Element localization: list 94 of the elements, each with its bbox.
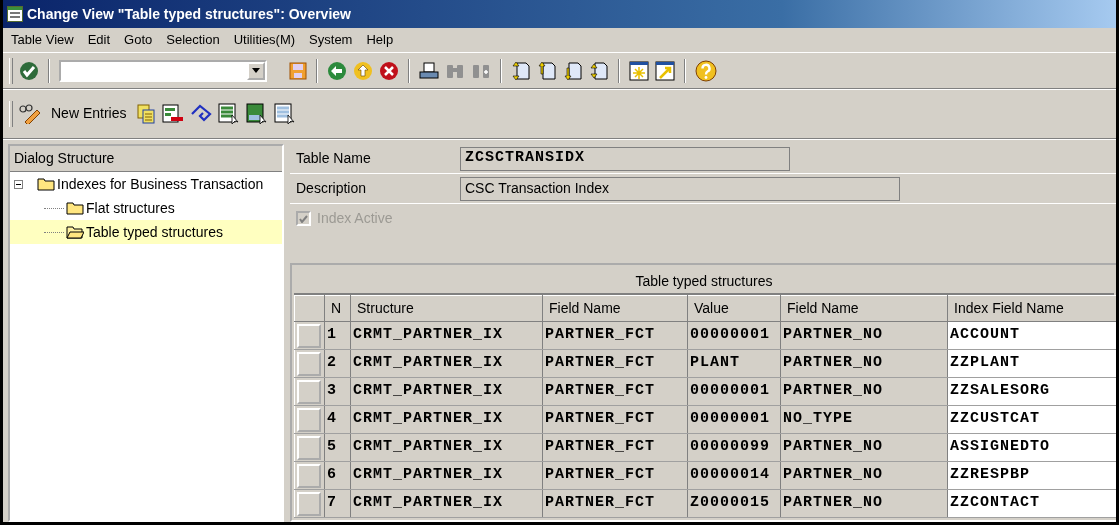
table-cell: 6 — [324, 461, 351, 490]
deselect-all-icon[interactable] — [274, 102, 297, 125]
table-cell: 7 — [324, 489, 351, 518]
table-cell: PARTNER_NO — [780, 461, 948, 490]
table-cell: PARTNER_NO — [780, 349, 948, 378]
column-header[interactable]: Field Name — [542, 295, 688, 322]
table-cell: 3 — [324, 377, 351, 406]
table-cell: CRMT_PARTNER_IX — [350, 489, 543, 518]
table-cell: 1 — [324, 321, 351, 350]
copy-icon[interactable] — [136, 103, 157, 124]
glasses-pencil-icon[interactable] — [19, 103, 41, 124]
checkbox-label: Index Active — [317, 209, 393, 228]
column-header[interactable]: Index Field Name — [947, 295, 1116, 322]
table-cell: CRMT_PARTNER_IX — [350, 349, 543, 378]
table-cell: CRMT_PARTNER_IX — [350, 461, 543, 490]
menu-item[interactable]: Utilities(M) — [233, 30, 296, 50]
table-cell: CRMT_PARTNER_IX — [350, 405, 543, 434]
table-cell: PARTNER_FCT — [542, 377, 688, 406]
window-title: Change View "Table typed structures": Overview — [27, 4, 351, 24]
next-page-icon[interactable] — [563, 60, 583, 81]
dropdown-button[interactable] — [247, 61, 265, 80]
input-field[interactable]: ASSIGNEDTO — [947, 433, 1116, 462]
new-window-icon[interactable] — [629, 60, 649, 81]
input-field[interactable]: ZZRESPBP — [947, 461, 1116, 490]
exit-icon[interactable] — [353, 60, 373, 81]
open-folder-icon — [66, 225, 84, 239]
command-field[interactable] — [59, 59, 267, 82]
menu-item[interactable]: Selection — [166, 30, 220, 50]
select-block-icon[interactable] — [246, 102, 269, 125]
menu-item[interactable]: Table View — [11, 30, 74, 50]
field-label: Description — [295, 179, 368, 198]
table-cell: 00000001 — [687, 321, 781, 350]
display-field: ZCSCTRANSIDX — [460, 146, 790, 171]
back-icon[interactable] — [327, 60, 347, 81]
input-field[interactable]: ZZSALESORG — [947, 377, 1116, 406]
table-cell: PARTNER_FCT — [542, 321, 688, 350]
field-label: Table Name — [295, 149, 372, 168]
table-cell: Z0000015 — [687, 489, 781, 518]
last-page-icon[interactable] — [589, 60, 609, 81]
tree-item[interactable]: Indexes for Business Transaction — [10, 172, 282, 196]
table-cell: 00000001 — [687, 405, 781, 434]
table-cell: 00000001 — [687, 377, 781, 406]
previous-page-icon[interactable] — [537, 60, 557, 81]
caret-icon — [252, 68, 260, 73]
tree-item[interactable]: Table typed structures — [10, 220, 282, 244]
input-field[interactable]: ZZCONTACT — [947, 489, 1116, 518]
input-field[interactable]: ACCOUNT — [947, 321, 1116, 350]
table-cell: PARTNER_FCT — [542, 433, 688, 462]
tree-item[interactable]: Flat structures — [10, 196, 282, 220]
check-icon[interactable] — [19, 60, 39, 81]
table-cell: PARTNER_NO — [780, 321, 948, 350]
column-header[interactable]: N — [324, 295, 351, 322]
select-all-icon[interactable] — [218, 102, 241, 125]
table-cell: PARTNER_NO — [780, 433, 948, 462]
column-header[interactable]: Field Name — [780, 295, 948, 322]
column-header[interactable]: Structure — [350, 295, 543, 322]
undo-icon[interactable] — [190, 103, 213, 124]
table-cell: PLANT — [687, 349, 781, 378]
input-field[interactable]: ZZCUSTCAT — [947, 405, 1116, 434]
window-icon — [7, 6, 23, 22]
table-cell: PARTNER_FCT — [542, 349, 688, 378]
menu-item[interactable]: Help — [366, 30, 394, 50]
table-cell: 00000014 — [687, 461, 781, 490]
table-cell: 4 — [324, 405, 351, 434]
table-cell: 2 — [324, 349, 351, 378]
folder-icon — [37, 177, 55, 191]
table-cell: CRMT_PARTNER_IX — [350, 321, 543, 350]
collapse-icon[interactable] — [14, 179, 23, 189]
table-cell: CRMT_PARTNER_IX — [350, 433, 543, 462]
menu-item[interactable]: Edit — [87, 30, 111, 50]
table-cell: NO_TYPE — [780, 405, 948, 434]
first-page-icon[interactable] — [511, 60, 531, 81]
table-cell: 5 — [324, 433, 351, 462]
table-cell: PARTNER_FCT — [542, 461, 688, 490]
panel-title: Dialog Structure — [10, 146, 282, 172]
table-cell: 00000099 — [687, 433, 781, 462]
folder-icon — [66, 201, 84, 215]
new-entries-button[interactable]: New Entries — [47, 103, 131, 124]
table-cell: PARTNER_FCT — [542, 405, 688, 434]
table-cell: PARTNER_FCT — [542, 489, 688, 518]
table-title: Table typed structures — [294, 267, 1114, 295]
menu-item[interactable]: System — [309, 30, 353, 50]
column-header[interactable]: Value — [687, 295, 781, 322]
shortcut-icon[interactable] — [655, 60, 675, 81]
delete-icon[interactable] — [162, 103, 185, 124]
cancel-icon[interactable] — [379, 60, 399, 81]
table-cell: CRMT_PARTNER_IX — [350, 377, 543, 406]
table-cell: PARTNER_NO — [780, 489, 948, 518]
help-icon[interactable] — [695, 59, 717, 82]
table-cell: PARTNER_NO — [780, 377, 948, 406]
menu-item[interactable]: Goto — [124, 30, 153, 50]
input-field[interactable]: ZZPLANT — [947, 349, 1116, 378]
print-icon[interactable] — [419, 61, 439, 80]
display-field: CSC Transaction Index — [460, 176, 900, 201]
